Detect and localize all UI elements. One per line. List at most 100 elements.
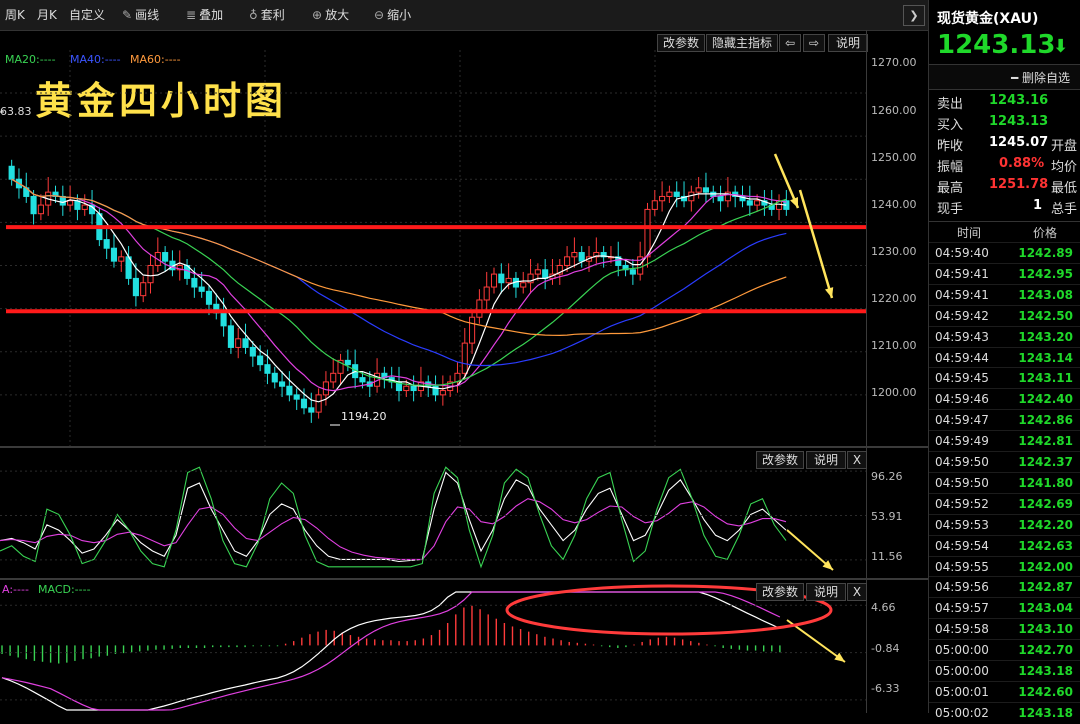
tick-time: 04:59:47 [935, 413, 989, 428]
candle-down [286, 385, 293, 396]
tick-row: 04:59:52 1242.69 [929, 492, 1080, 515]
quote-row-extra: 均价 [1051, 160, 1078, 175]
candle-up [37, 204, 44, 215]
candle-up [81, 204, 88, 210]
quote-row-label: 最高 [937, 181, 964, 196]
tick-row: 04:59:49 1242.81 [929, 430, 1080, 452]
tick-time: 05:00:00 [935, 664, 989, 678]
candlestick-chart [0, 50, 866, 711]
candle-down [293, 394, 300, 400]
tick-price: 1243.18 [1018, 664, 1073, 678]
candle-up [666, 191, 673, 197]
quote-panel: 现货黄金(XAU) 1243.13 ⬇ ━ 删除自选 卖出 1243.16 买入 12… [928, 0, 1080, 720]
tick-row: 04:59:57 1243.04 [929, 597, 1080, 619]
candle-down [220, 312, 227, 327]
candle-down [59, 195, 66, 206]
kd-y-tick: 11.56 [871, 550, 903, 563]
kd-y-tick: 96.26 [871, 470, 903, 483]
candle-up [476, 299, 483, 318]
candle-down [702, 187, 710, 193]
tick-price: 1243.11 [1018, 371, 1073, 386]
quote-row: 现手 1 总手 [929, 195, 1080, 217]
arrow-head-icon [825, 287, 834, 298]
remove-watchlist-button[interactable]: ━ 删除自选 [1011, 69, 1070, 86]
quote-row: 昨收 1245.07 开盘 [929, 132, 1080, 154]
candle-down [300, 398, 308, 409]
quote-row-extra: 最低 [1051, 181, 1078, 196]
macd-explain-button[interactable]: 说明 [806, 583, 846, 601]
tick-price: 1242.69 [1018, 496, 1073, 511]
tick-time: 04:59:52 [935, 496, 989, 511]
ticks-header-time: 时间 [957, 226, 982, 240]
y-tick-label: 1240.00 [871, 198, 917, 211]
macd-a-legend: A:---- [2, 583, 29, 596]
candle-down [344, 359, 351, 366]
tick-time: 04:59:46 [935, 392, 989, 407]
candle-down [746, 200, 753, 206]
quote-row-value: 1251.78 [989, 177, 1049, 192]
tick-time: 04:59:41 [935, 287, 989, 302]
kd-explain-button[interactable]: 说明 [806, 451, 846, 469]
tick-row: 04:59:45 1243.11 [929, 367, 1080, 389]
kd-slow-line [0, 498, 787, 560]
candle-up [520, 282, 527, 288]
candle-down [249, 346, 256, 357]
candle-down [308, 407, 315, 413]
kd-y-tick: 53.91 [871, 510, 903, 523]
tick-time: 04:59:56 [935, 580, 989, 595]
candle-down [103, 239, 110, 249]
tick-time: 04:59:57 [935, 601, 989, 616]
macd-params-button[interactable]: 改参数 [756, 583, 804, 601]
tick-price: 1243.14 [1018, 350, 1073, 365]
tick-time: 04:59:50 [935, 475, 989, 490]
kd-close-button[interactable]: X [847, 451, 867, 469]
y-tick-label: 1260.00 [871, 104, 917, 117]
quote-row-label: 卖出 [937, 97, 964, 112]
candle-up [403, 385, 410, 392]
candle-up [644, 208, 651, 258]
tick-price: 1242.81 [1018, 434, 1073, 449]
quote-row-value: 1243.13 [989, 114, 1049, 129]
candle-up [483, 286, 490, 301]
candle-down [673, 191, 680, 197]
y-tick-label: 1210.00 [871, 339, 917, 352]
candle-down [191, 277, 198, 288]
y-axis-line [866, 30, 867, 713]
candle-down [162, 252, 169, 262]
candle-up [330, 372, 337, 383]
tick-row: 04:59:50 1242.37 [929, 451, 1080, 473]
candle-up [695, 187, 702, 193]
tick-time: 04:59:49 [935, 434, 989, 449]
candle-down [629, 269, 636, 275]
arrow-head-icon [834, 652, 845, 662]
y-tick-label: 1200.00 [871, 386, 917, 399]
candle-down [717, 195, 724, 202]
tick-price: 1242.95 [1018, 266, 1073, 281]
tick-time: 04:59:54 [935, 538, 989, 553]
current-price: 1243.13 [937, 30, 1056, 60]
tick-time: 04:59:42 [935, 308, 989, 323]
candle-down [359, 377, 366, 383]
tick-price: 1242.40 [1018, 392, 1073, 407]
quote-row-value: 1243.16 [989, 93, 1049, 108]
kd-params-button[interactable]: 改参数 [756, 451, 804, 469]
quote-row-label: 现手 [937, 202, 964, 217]
candle-up [461, 342, 468, 374]
remove-watch-bar: ━ 删除自选 [929, 64, 1080, 90]
quote-row: 买入 1243.13 [929, 111, 1080, 133]
kd-fast-line [0, 471, 787, 563]
tick-row: 05:00:00 1243.18 [929, 660, 1080, 682]
tick-price: 1242.87 [1018, 580, 1073, 595]
candle-up [322, 381, 329, 396]
panel-separator [0, 446, 928, 448]
candle-down [410, 385, 417, 392]
quote-row-label: 昨收 [937, 139, 964, 154]
candle-down [578, 252, 585, 262]
macd-close-button[interactable]: X [847, 583, 867, 601]
candle-down [205, 290, 213, 305]
quote-row: 卖出 1243.16 [929, 90, 1080, 112]
y-tick-label: 1250.00 [871, 151, 917, 164]
candle-up [67, 200, 74, 206]
tick-row: 04:59:46 1242.40 [929, 388, 1080, 410]
candle-up [469, 316, 476, 344]
